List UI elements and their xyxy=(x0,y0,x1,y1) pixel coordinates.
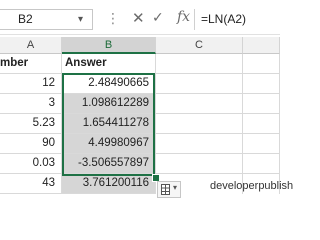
column-header-b[interactable]: B xyxy=(62,37,156,54)
cell-a[interactable]: 43 xyxy=(0,174,62,194)
cell-a[interactable]: 90 xyxy=(0,134,62,154)
cell-b[interactable]: -3.506557897 xyxy=(62,154,156,174)
watermark-text: developerpublish xyxy=(210,180,294,192)
insert-function-icon[interactable]: fx xyxy=(177,9,190,25)
more-options-icon[interactable]: ⋮ xyxy=(106,10,121,27)
cell-a[interactable]: 3 xyxy=(0,94,62,114)
cell[interactable] xyxy=(243,154,280,174)
cell-b[interactable]: 3.761200116 xyxy=(62,174,156,194)
cell[interactable] xyxy=(156,54,243,74)
column-header-d[interactable] xyxy=(243,37,280,54)
cell[interactable] xyxy=(156,154,243,174)
cell-b-active[interactable]: 2.48490665 xyxy=(62,74,156,94)
divider xyxy=(0,34,280,35)
cell-b[interactable]: 1.654411278 xyxy=(62,114,156,134)
chevron-down-icon[interactable]: ▾ xyxy=(78,10,83,29)
cell[interactable] xyxy=(243,114,280,134)
cell[interactable] xyxy=(243,94,280,114)
enter-icon[interactable]: ✓ xyxy=(152,9,164,26)
header-cell-b[interactable]: Answer xyxy=(62,54,156,74)
quick-analysis-button[interactable]: ▾ xyxy=(157,181,181,198)
cell[interactable] xyxy=(156,94,243,114)
cell-a[interactable]: 5.23 xyxy=(0,114,62,134)
chevron-down-icon: ▾ xyxy=(173,183,178,192)
cell[interactable] xyxy=(156,134,243,154)
column-header-c[interactable]: C xyxy=(156,37,243,54)
formula-input[interactable]: =LN(A2) xyxy=(194,9,280,30)
cell[interactable] xyxy=(243,134,280,154)
cell-a[interactable]: 0.03 xyxy=(0,154,62,174)
cell[interactable] xyxy=(243,54,280,74)
name-box-value: B2 xyxy=(18,12,33,26)
cell-a[interactable]: 12 xyxy=(0,74,62,94)
cell[interactable] xyxy=(156,114,243,134)
header-cell-a[interactable]: mber xyxy=(0,54,62,74)
column-header-a[interactable]: A xyxy=(0,37,62,54)
cell[interactable] xyxy=(243,74,280,94)
name-box[interactable]: B2 ▾ xyxy=(0,9,93,30)
quick-analysis-icon xyxy=(161,184,170,195)
cell-b[interactable]: 4.49980967 xyxy=(62,134,156,154)
cell[interactable] xyxy=(156,74,243,94)
cancel-icon[interactable]: ✕ xyxy=(132,9,145,27)
cell-b[interactable]: 1.098612289 xyxy=(62,94,156,114)
